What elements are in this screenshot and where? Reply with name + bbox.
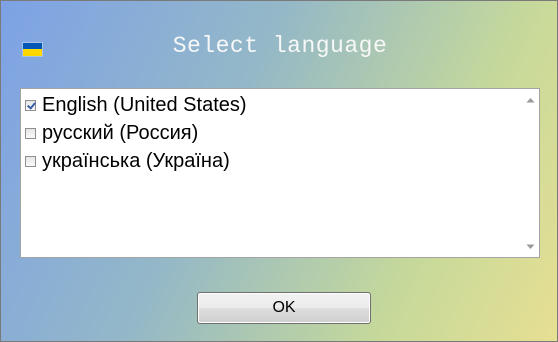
language-item-russian[interactable]: русский (Россия) [21, 119, 522, 147]
english-checkbox[interactable] [25, 99, 36, 111]
language-item-label: русский (Россия) [42, 121, 199, 144]
language-list-items: English (United States) русский (Россия)… [21, 91, 522, 175]
vertical-scrollbar[interactable] [522, 89, 539, 257]
title-bar: Select language [1, 29, 558, 67]
scroll-down-arrow-icon[interactable] [522, 238, 539, 255]
ukrainian-checkbox[interactable] [25, 155, 36, 167]
language-item-ukrainian[interactable]: українська (Україна) [21, 147, 522, 175]
dialog-title: Select language [172, 33, 388, 59]
select-language-dialog: Select language English (United States) … [0, 0, 558, 342]
scroll-up-arrow-icon[interactable] [522, 91, 539, 108]
language-item-label: English (United States) [42, 93, 247, 116]
language-item-english[interactable]: English (United States) [21, 91, 522, 119]
ok-button[interactable]: OK [197, 292, 371, 324]
language-item-label: українська (Україна) [42, 149, 230, 172]
language-list[interactable]: English (United States) русский (Россия)… [20, 88, 540, 258]
russian-checkbox[interactable] [25, 127, 36, 139]
